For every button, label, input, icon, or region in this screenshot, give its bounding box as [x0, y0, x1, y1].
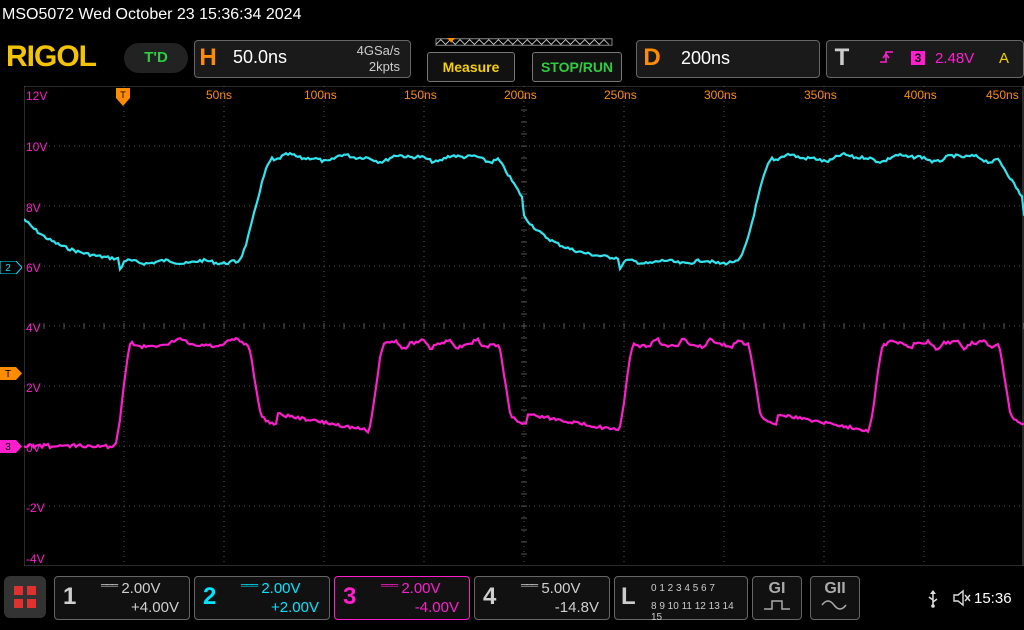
channel-2-offset-marker[interactable]: 2 [0, 261, 22, 274]
memory-depth: 2kpts [368, 59, 400, 74]
trigger-level-marker[interactable]: T [0, 367, 22, 380]
volt-tick-label: 10V [26, 140, 48, 154]
stop-run-button[interactable]: STOP/RUN [532, 52, 622, 82]
trigger-position-marker[interactable]: T [116, 88, 130, 108]
volt-tick-label: 12V [26, 89, 48, 103]
svg-text:T: T [120, 90, 126, 100]
delay-value: 200ns [681, 48, 731, 68]
sound-muted-icon[interactable] [952, 589, 972, 611]
svg-text:T: T [5, 369, 11, 380]
time-tick-label: 150ns [404, 88, 437, 102]
channel-2-number: 2 [203, 583, 217, 610]
channel-1-scale: 2.00V [121, 580, 161, 597]
waveform-display[interactable] [24, 86, 1024, 566]
generator-1-label: GI [768, 580, 786, 597]
logic-letter: L [621, 583, 636, 610]
time-tick-label: 100ns [304, 88, 337, 102]
channel-1-number: 1 [63, 583, 77, 610]
volt-tick-label: 0V [26, 441, 41, 455]
volt-tick-label: 8V [26, 201, 41, 215]
trigger-source: 3 [911, 51, 925, 65]
rising-edge-icon [879, 49, 895, 69]
trigger-mode: A [999, 50, 1010, 67]
menu-grid-button[interactable] [4, 576, 46, 618]
channel-3-offset-marker[interactable]: 3 [0, 440, 22, 453]
dc-coupling-icon: ═══ [241, 580, 258, 590]
time-tick-label: 300ns [704, 88, 737, 102]
graticule [24, 86, 1024, 566]
time-tick-label: 350ns [804, 88, 837, 102]
channel-2-box[interactable]: 2 ═══ 2.00V +2.00V [194, 576, 330, 620]
timebase-value: 50.0ns [233, 47, 288, 67]
delay-box[interactable]: D 200ns [636, 40, 820, 78]
volt-tick-label: 2V [26, 381, 41, 395]
channel-2-offset: +2.00V [271, 599, 319, 616]
svg-text:2: 2 [5, 263, 11, 274]
time-tick-label: 400ns [904, 88, 937, 102]
svg-text:3: 3 [5, 442, 11, 453]
triggered-badge: T'D [124, 43, 188, 73]
gridlines [24, 86, 1024, 566]
time-tick-label: 250ns [604, 88, 637, 102]
channel-3-number: 3 [343, 583, 357, 610]
trigger-position-indicator [435, 38, 613, 46]
trigger-box[interactable]: T 3 2.48V A [826, 40, 1024, 78]
volt-tick-label: -2V [26, 501, 45, 515]
channel-4-number: 4 [483, 583, 497, 610]
dc-coupling-icon: ═══ [101, 580, 118, 590]
generator-2-label: GII [824, 580, 846, 597]
volt-tick-label: -4V [26, 552, 45, 566]
channel-4-box[interactable]: 4 ═══ 5.00V -14.8V [474, 576, 610, 620]
time-tick-label: 450ns [986, 88, 1019, 102]
channel-2-scale: 2.00V [261, 580, 301, 597]
logic-channels-row-1: 0 1 2 3 4 5 6 7 [651, 583, 715, 594]
volt-tick-label: 4V [26, 321, 41, 335]
pulse-wave-icon [764, 600, 790, 610]
sample-rate: 4GSa/s [356, 43, 400, 58]
channel-4-offset: -14.8V [554, 599, 599, 616]
channel-3-box[interactable]: 3 ═══ 2.00V -4.00V [334, 576, 470, 620]
horizontal-timebase-box[interactable]: H 50.0ns 4GSa/s 2kpts [194, 40, 411, 78]
sine-wave-icon [821, 600, 847, 610]
logic-channels-row-2: 8 9 10 11 12 13 14 15 [651, 601, 734, 623]
logic-analyzer-box[interactable]: L 0 1 2 3 4 5 6 7 8 9 10 11 12 13 14 15 [614, 576, 748, 623]
time-tick-label: 50ns [206, 88, 233, 102]
usb-icon [926, 590, 940, 613]
volt-tick-label: 6V [26, 261, 41, 275]
generator-1-button[interactable]: GI [752, 576, 802, 620]
menu-grid-icon [14, 586, 36, 608]
instrument-title: MSO5072 Wed October 23 15:36:34 2024 [2, 6, 302, 23]
rigol-logo: RIGOL [6, 40, 97, 73]
trigger-level: 2.48V [935, 50, 975, 67]
dc-coupling-icon: ═══ [381, 580, 398, 590]
horizontal-letter: H [199, 44, 217, 71]
channel-1-box[interactable]: 1 ═══ 2.00V +4.00V [54, 576, 190, 620]
dc-coupling-icon: ═══ [521, 580, 538, 590]
channel-3-offset: -4.00V [414, 599, 459, 616]
channel-3-scale: 2.00V [401, 580, 441, 597]
measure-button[interactable]: Measure [427, 52, 515, 82]
system-clock: 15:36 [974, 590, 1012, 607]
channel-1-offset: +4.00V [131, 599, 179, 616]
trigger-letter: T [834, 44, 850, 71]
time-tick-label: 200ns [504, 88, 537, 102]
delay-letter: D [643, 44, 661, 71]
channel-4-scale: 5.00V [541, 580, 581, 597]
generator-2-button[interactable]: GII [810, 576, 860, 620]
